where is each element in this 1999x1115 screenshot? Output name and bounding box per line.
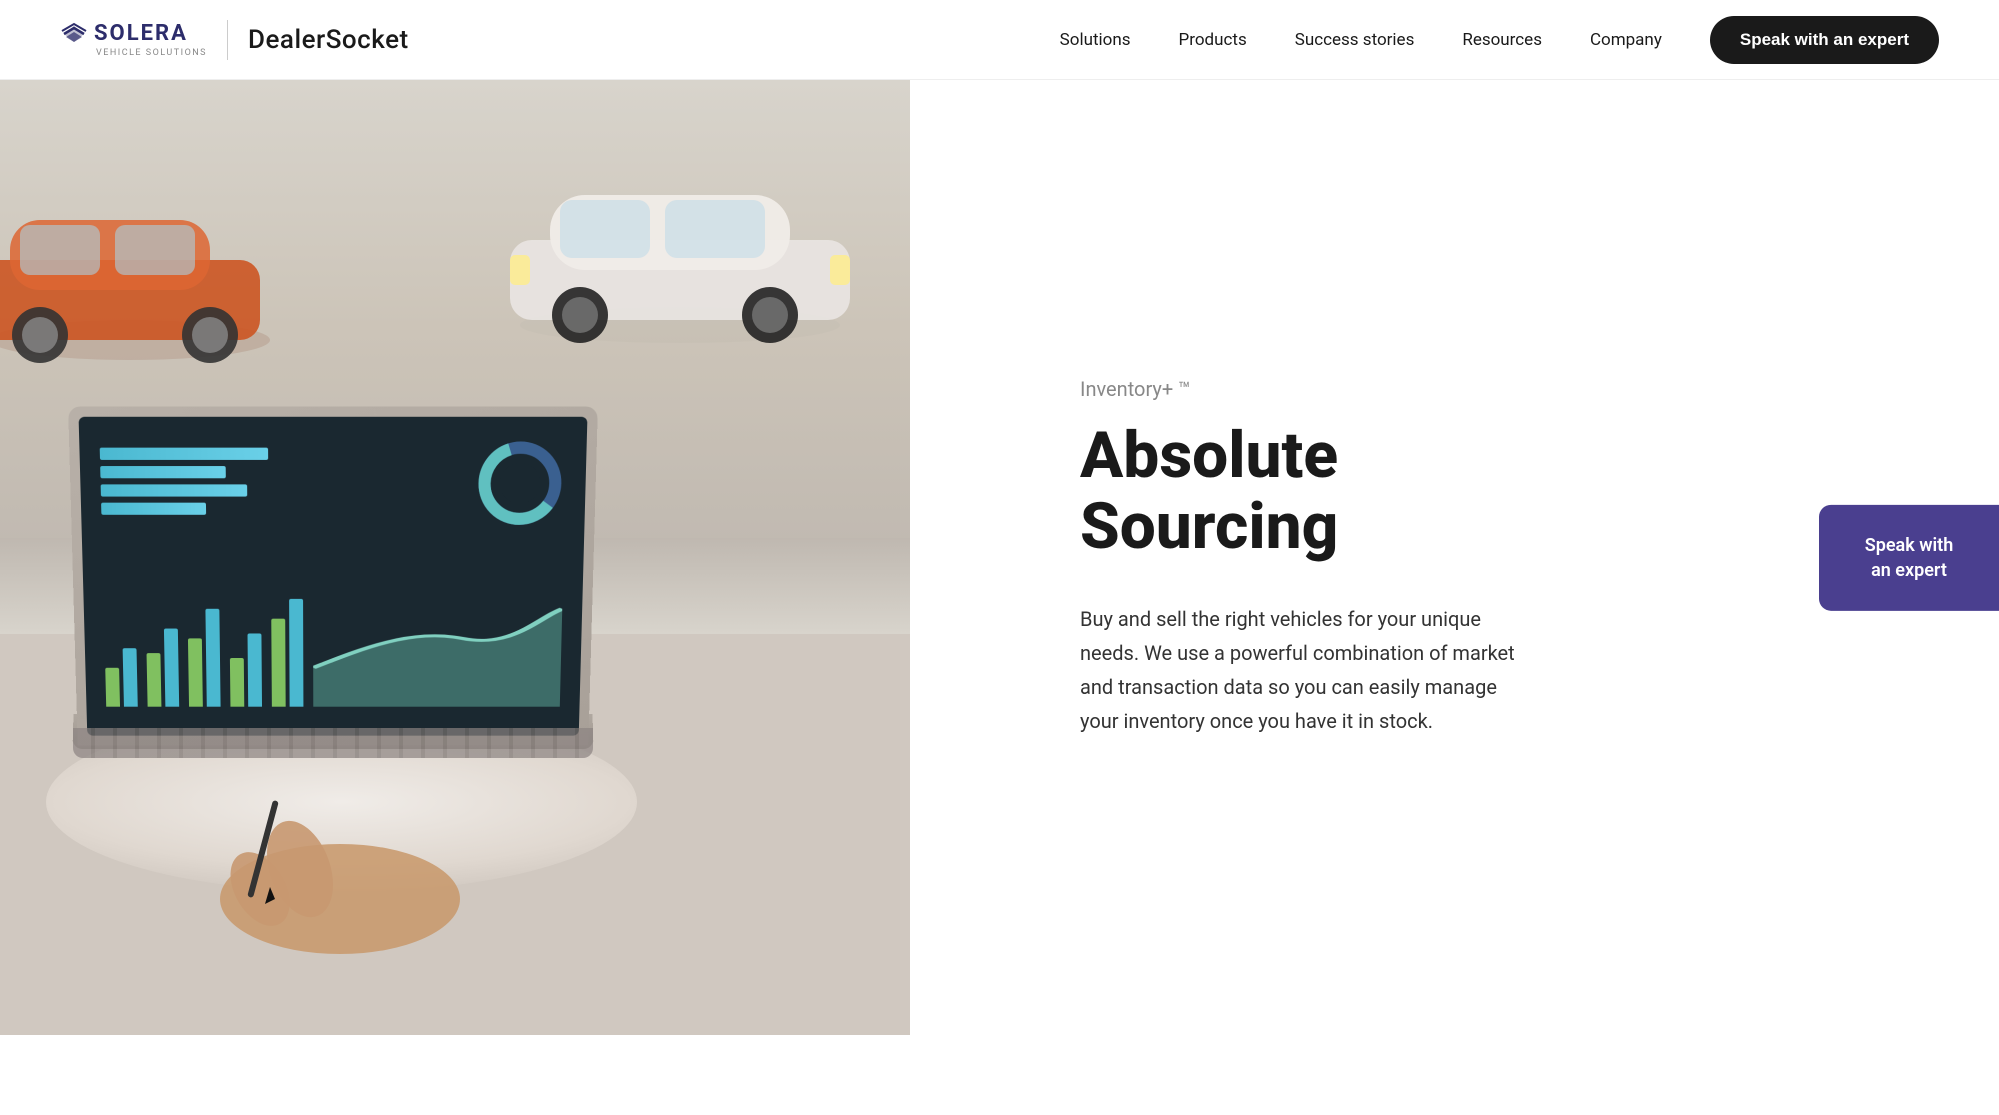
main-nav: Solutions Products Success stories Resou… — [1060, 16, 1939, 64]
floating-cta-line2: an expert — [1871, 560, 1947, 581]
h-bars — [99, 447, 309, 514]
product-tag: Inventory+ ™ — [1080, 377, 1520, 401]
product-title: Absolute Sourcing — [1080, 421, 1520, 562]
floating-speak-expert-button[interactable]: Speak with an expert — [1819, 504, 1999, 610]
content-card: Inventory+ ™ Absolute Sourcing Buy and s… — [1010, 317, 1590, 798]
header: SOLERA Vehicle Solutions DealerSocket So… — [0, 0, 1999, 80]
nav-item-resources[interactable]: Resources — [1462, 30, 1542, 50]
solera-logo: SOLERA Vehicle Solutions — [60, 21, 207, 58]
laptop-screen — [78, 416, 587, 735]
laptop-body — [68, 406, 598, 745]
hero-content-section: Inventory+ ™ Absolute Sourcing Buy and s… — [910, 80, 1999, 1035]
logo-area: SOLERA Vehicle Solutions DealerSocket — [60, 20, 409, 60]
white-car — [490, 140, 870, 360]
solera-subtitle: Vehicle Solutions — [60, 48, 207, 58]
floating-cta-line1: Speak with — [1865, 534, 1954, 555]
nav-item-success-stories[interactable]: Success stories — [1295, 30, 1415, 50]
orange-car — [0, 160, 290, 380]
donut-chart — [474, 437, 567, 529]
nav-item-products[interactable]: Products — [1179, 30, 1247, 50]
solera-text: SOLERA — [94, 21, 188, 46]
main-content: Inventory+ ™ Absolute Sourcing Buy and s… — [0, 80, 1999, 1035]
product-description: Buy and sell the right vehicles for your… — [1080, 602, 1520, 738]
logo-divider — [227, 20, 228, 60]
nav-item-company[interactable]: Company — [1590, 30, 1662, 50]
hero-image-section — [0, 80, 910, 1035]
solera-icon — [60, 22, 88, 46]
solera-brand: SOLERA — [60, 21, 188, 46]
dealersocket-brand: DealerSocket — [248, 25, 409, 55]
hero-photo — [0, 80, 910, 1035]
speak-expert-button[interactable]: Speak with an expert — [1710, 16, 1939, 64]
hand-stylus — [200, 779, 480, 959]
bar-chart — [103, 588, 562, 706]
keyboard-texture — [73, 728, 593, 758]
chart-area — [99, 437, 566, 716]
nav-item-solutions[interactable]: Solutions — [1060, 30, 1131, 50]
